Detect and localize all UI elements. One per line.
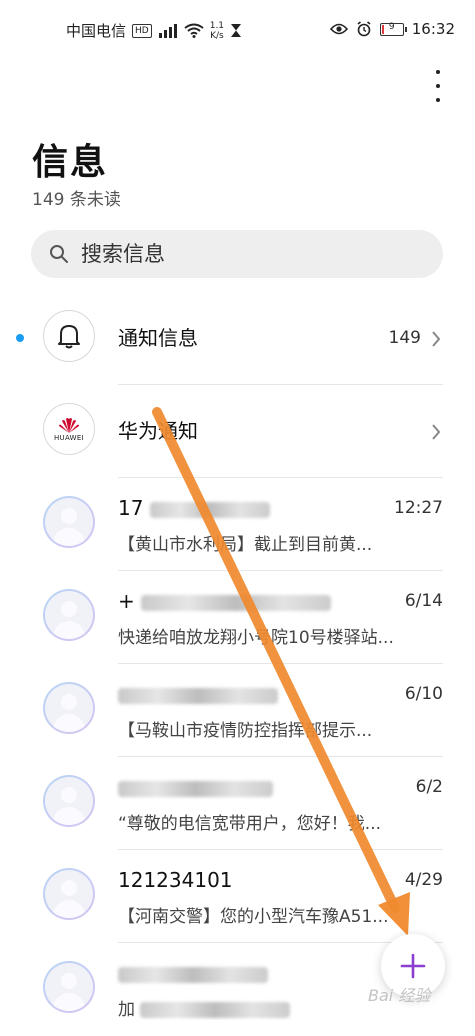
more-dot-icon <box>436 98 440 102</box>
conversation-title: 通知信息 <box>118 326 198 350</box>
unread-dot <box>16 334 24 342</box>
contact-avatar <box>43 496 95 548</box>
eye-icon <box>329 23 348 35</box>
preview-text: 加 <box>118 1000 135 1020</box>
status-left: 中国电信 HD 1.1 K/s <box>66 20 242 41</box>
unread-count-badge: 149 <box>388 328 421 348</box>
avatar-body <box>53 993 85 1011</box>
avatar-head <box>61 880 77 896</box>
message-preview: 【河南交警】您的小型汽车豫A51... <box>118 907 389 927</box>
page-title: 信息 <box>32 142 109 183</box>
clock: 16:32 <box>411 20 455 38</box>
avatar-head <box>61 694 77 710</box>
watermark: Bai 经验 <box>368 986 431 1005</box>
redacted-text <box>118 780 273 797</box>
huawei-avatar: HUAWEI <box>43 403 95 455</box>
conversation-row[interactable]: 17 12:27 【黄山市水利局】截止到目前黄... <box>0 478 475 571</box>
search-bar[interactable] <box>31 230 443 278</box>
search-input[interactable] <box>79 241 403 267</box>
more-options-button[interactable] <box>431 70 445 102</box>
chevron-right-icon <box>432 331 441 347</box>
bell-icon <box>58 325 80 349</box>
hd-badge: HD <box>132 23 152 38</box>
contact-avatar <box>43 775 95 827</box>
conversation-title: 121234101 <box>118 868 233 892</box>
avatar-body <box>53 807 85 825</box>
hourglass-icon <box>231 24 242 37</box>
message-preview: 快递给咱放龙翔小号院10号楼驿站... <box>118 628 394 648</box>
conversation-row[interactable]: + 6/14 快递给咱放龙翔小号院10号楼驿站... <box>0 571 475 664</box>
carrier-label: 中国电信 <box>66 22 127 40</box>
redacted-text <box>140 1002 291 1018</box>
avatar-body <box>53 714 85 732</box>
conversation-title: + <box>118 589 332 613</box>
message-time: 4/29 <box>404 870 443 890</box>
alarm-icon <box>357 21 371 37</box>
redacted-text <box>149 501 270 518</box>
sender-number: + <box>118 589 135 613</box>
message-preview: 【黄山市水利局】截止到目前黄... <box>118 535 373 555</box>
avatar-head <box>61 601 77 617</box>
contact-avatar <box>43 961 95 1013</box>
status-right: 9 16:32 <box>329 20 455 38</box>
contact-avatar <box>43 682 95 734</box>
conversation-title: 华为通知 <box>118 419 198 443</box>
conversation-list: 通知信息 149 HUAWEI 华为通知 17 12:27 【黄山市水利局】截止… <box>0 292 475 1036</box>
conversation-row[interactable]: 121234101 4/29 【河南交警】您的小型汽车豫A51... <box>0 850 475 943</box>
message-preview: 【马鞍山市疫情防控指挥部提示... <box>118 721 373 741</box>
huawei-logo-text: HUAWEI <box>53 433 84 442</box>
search-icon <box>50 245 68 263</box>
huawei-logo-icon <box>59 417 79 433</box>
conversation-title <box>118 682 278 706</box>
avatar-body <box>53 621 85 639</box>
avatar-body <box>53 900 85 918</box>
message-time: 12:27 <box>394 498 443 518</box>
redacted-text <box>141 594 332 611</box>
battery-level: 9 <box>388 21 395 32</box>
conversation-title <box>118 775 273 799</box>
message-time: 6/10 <box>404 684 443 704</box>
avatar-body <box>53 528 85 546</box>
wifi-icon <box>184 23 204 38</box>
battery-icon: 9 <box>379 21 407 36</box>
more-dot-icon <box>436 70 440 74</box>
signal-icon <box>158 23 177 38</box>
chevron-right-icon <box>432 424 441 440</box>
bell-avatar <box>43 310 95 362</box>
status-bar: 中国电信 HD 1.1 K/s 9 16:32 <box>0 0 475 58</box>
contact-avatar <box>43 868 95 920</box>
net-speed: 1.1 K/s <box>210 21 224 41</box>
message-time: 6/2 <box>415 777 443 797</box>
more-dot-icon <box>436 84 440 88</box>
net-speed-unit: K/s <box>210 30 224 41</box>
conversation-title: 17 <box>118 496 270 520</box>
sender-number: 17 <box>118 496 144 520</box>
message-preview: “尊敬的电信宽带用户，您好！我... <box>118 814 382 834</box>
conversation-row-notifications[interactable]: 通知信息 149 <box>0 292 475 385</box>
avatar-head <box>61 787 77 803</box>
redacted-text <box>118 687 278 704</box>
conversation-title <box>118 961 268 985</box>
unread-count: 149 条未读 <box>32 190 121 210</box>
avatar-head <box>61 973 77 989</box>
redacted-text <box>118 966 268 983</box>
message-time: 6/14 <box>404 591 443 611</box>
plus-icon <box>400 953 426 979</box>
conversation-row[interactable]: 6/10 【马鞍山市疫情防控指挥部提示... <box>0 664 475 757</box>
conversation-row-huawei[interactable]: HUAWEI 华为通知 <box>0 385 475 478</box>
contact-avatar <box>43 589 95 641</box>
conversation-row[interactable]: 6/2 “尊敬的电信宽带用户，您好！我... <box>0 757 475 850</box>
net-speed-value: 1.1 <box>209 20 225 31</box>
avatar-head <box>61 508 77 524</box>
